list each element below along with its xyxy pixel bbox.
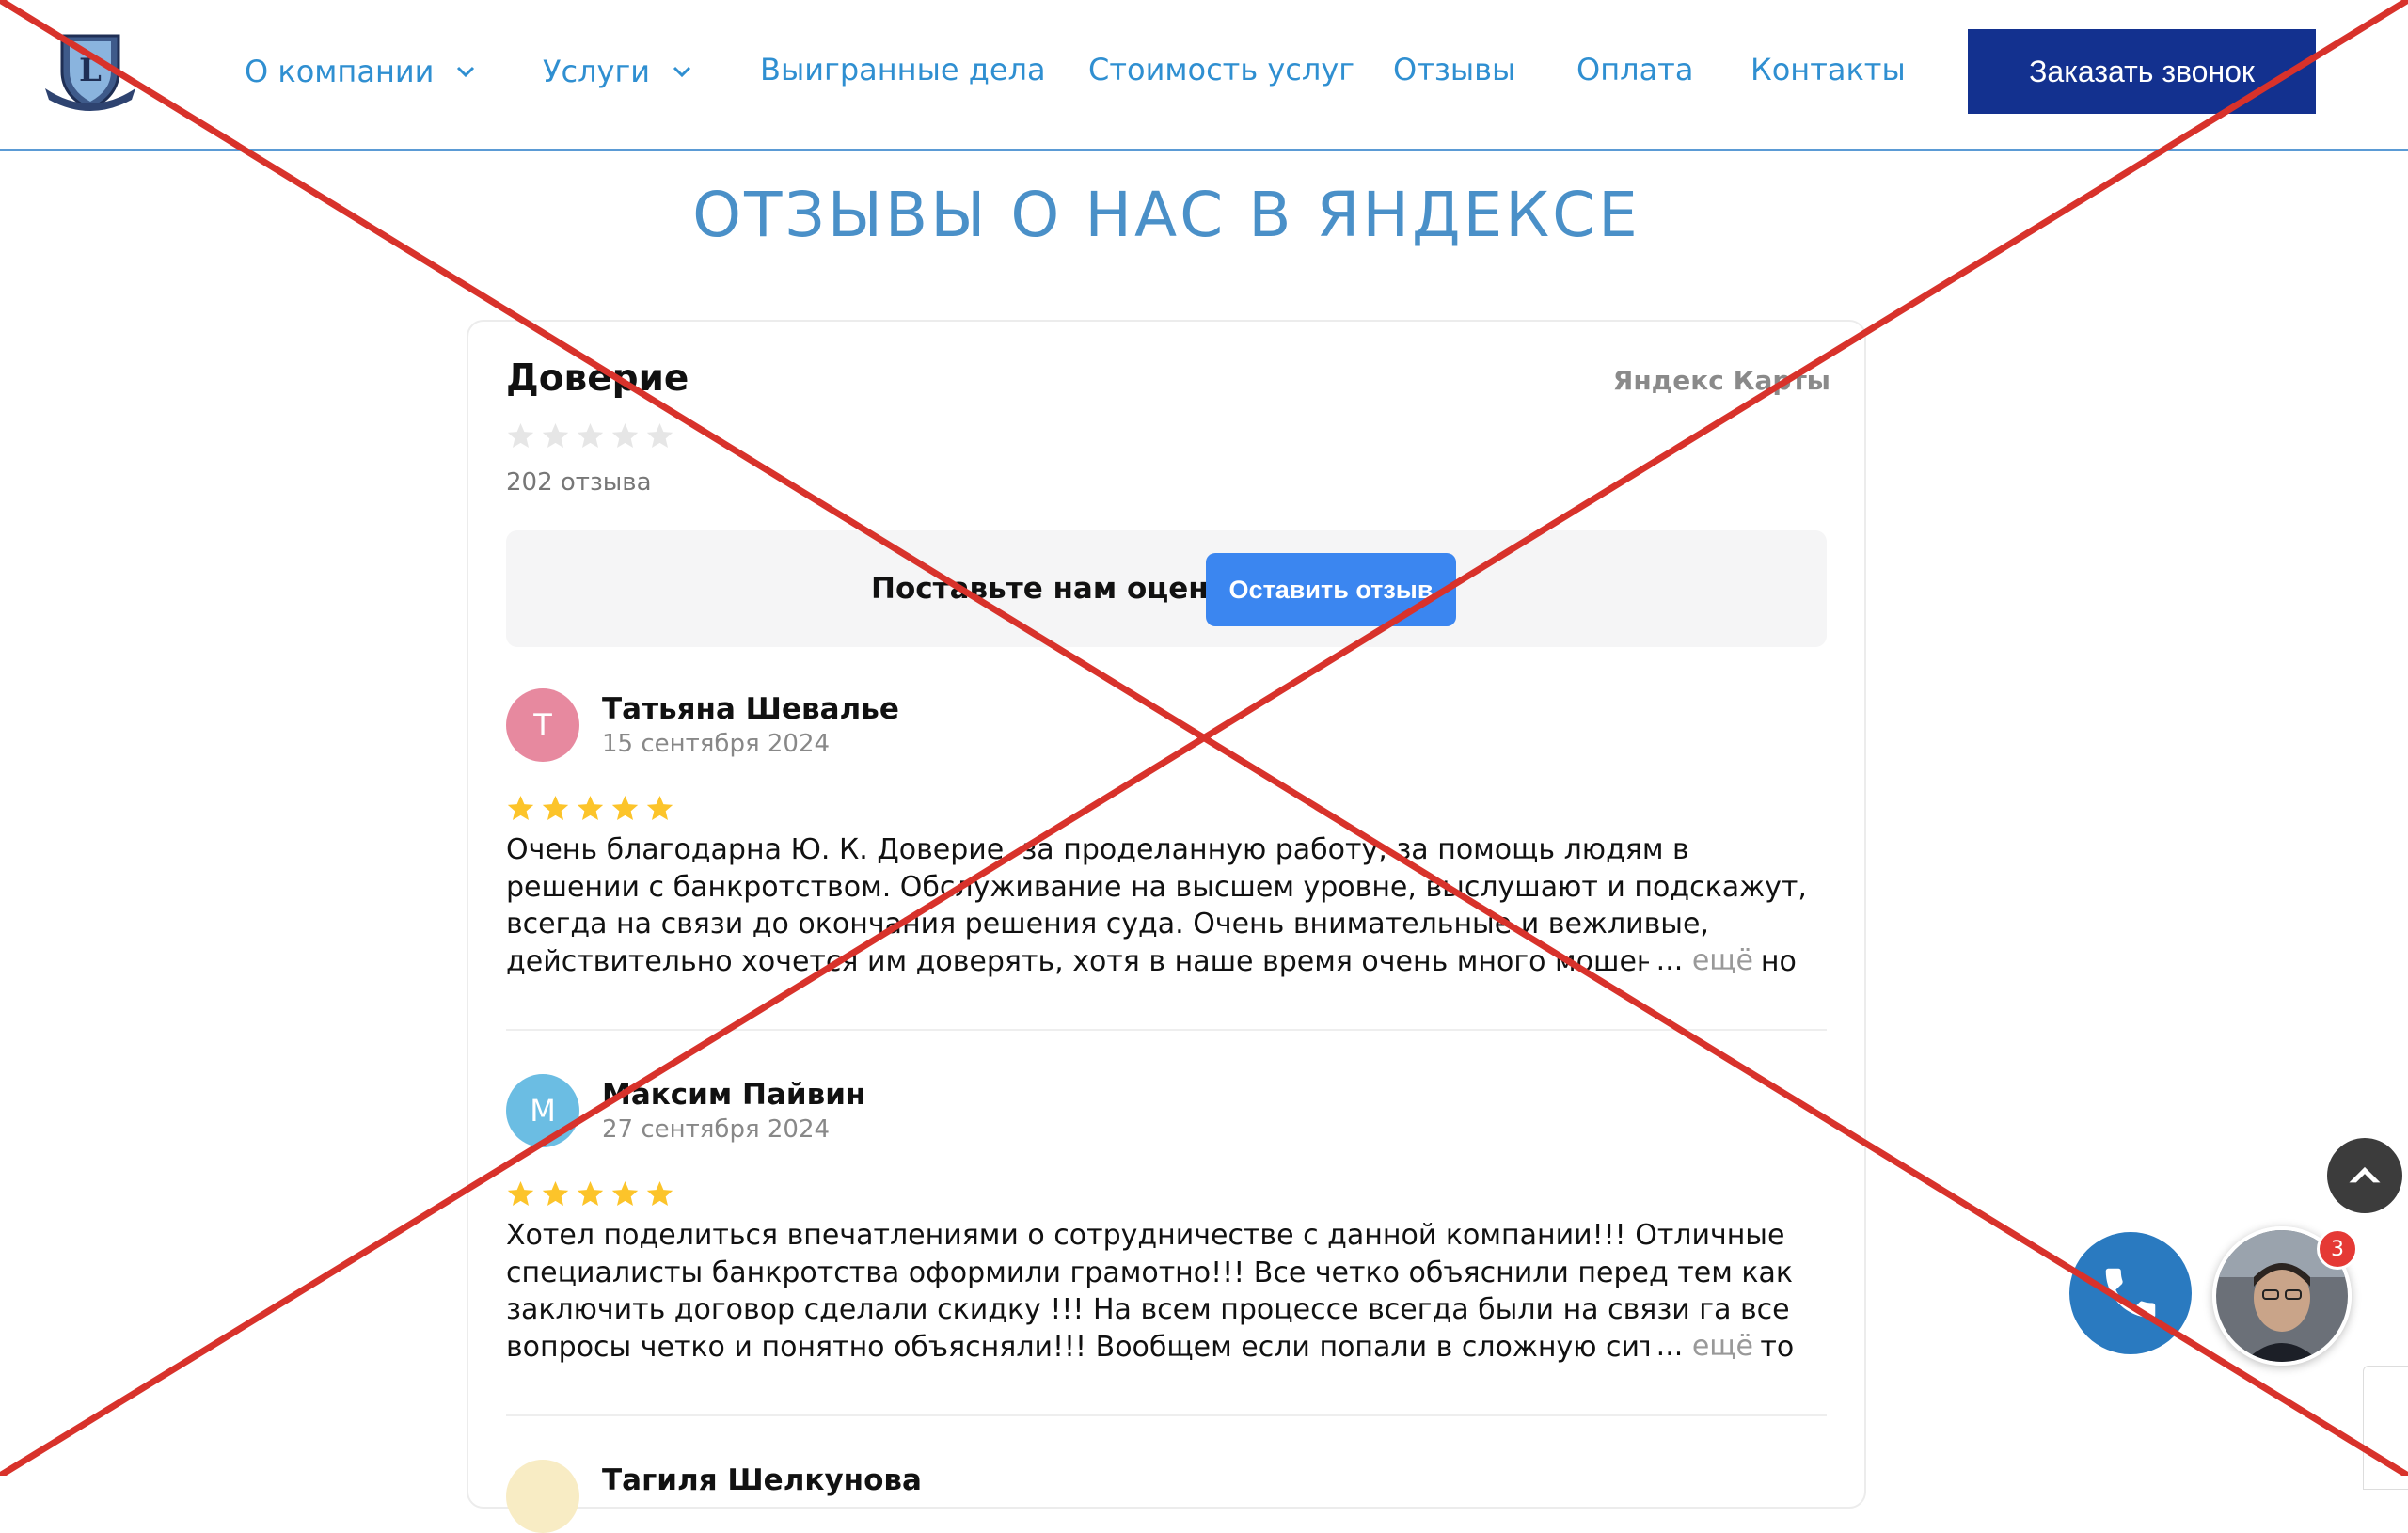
review-item: М Максим Пайвин 27 сентября 2024 Хотел п… [506,1074,1827,1375]
star-empty-icon [646,422,673,449]
review-stars [506,794,674,823]
yandex-reviews-widget: Доверие Яндекс Карты 202 отзыва Поставьт… [467,320,1866,1533]
divider [506,1414,1827,1416]
page-title: ОТЗЫВЫ О НАС В ЯНДЕКСЕ [692,179,1640,251]
rate-prompt: Поставьте нам оценку [871,572,1247,606]
nav-item-reviews[interactable]: Отзывы [1393,51,1515,88]
svg-text:L: L [79,52,102,89]
ellipsis: ... [1656,1330,1684,1363]
chevron-down-icon [673,66,691,78]
rate-panel: Поставьте нам оценку Оставить отзыв [506,530,1827,647]
nav-label: Стоимость услуг [1088,52,1355,87]
chevron-up-icon [2349,1166,2381,1183]
scroll-to-top-button[interactable] [2327,1138,2402,1213]
avatar-initial: М [530,1093,556,1129]
star-filled-icon [646,1180,673,1207]
nav-label: Контакты [1751,52,1906,87]
more-label: ещё [1691,944,1753,977]
chevron-down-icon [457,66,475,78]
nav-item-payment[interactable]: Оплата [1576,51,1693,88]
review-author[interactable]: Максим Пайвин [602,1078,865,1112]
star-empty-icon [577,422,604,449]
review-date: 27 сентября 2024 [602,1115,831,1144]
review-author[interactable]: Тагиля Шелкунова [602,1463,922,1497]
nav-item-contacts[interactable]: Контакты [1751,51,1906,88]
review-stars [506,1179,674,1209]
star-empty-icon [611,422,639,449]
nav-label: Выигранные дела [760,52,1046,87]
review-item: Тагиля Шелкунова [506,1460,1827,1533]
nav-item-prices[interactable]: Стоимость услуг [1088,51,1354,88]
review-text: Хотел поделиться впечатлениями о сотрудн… [506,1219,1795,1364]
read-more-link[interactable]: ... ещё [1648,1328,1753,1366]
site-header: L О компании Услуги Выигранные дела Стои… [0,0,2408,151]
star-filled-icon [542,1180,569,1207]
company-logo[interactable]: L [41,28,139,115]
star-empty-icon [507,422,534,449]
call-button[interactable] [2069,1232,2192,1354]
review-count: 202 отзыва [506,468,652,497]
star-filled-icon [577,1180,604,1207]
star-empty-icon [542,422,569,449]
star-filled-icon [577,795,604,821]
avatar-initial: Т [533,707,552,743]
avatar [506,1460,579,1533]
star-filled-icon [507,1180,534,1207]
review-text: Очень благодарна Ю. К. Доверие, за проде… [506,833,1807,978]
phone-icon [2105,1268,2156,1319]
corner-widget[interactable] [2363,1366,2408,1490]
star-filled-icon [611,795,639,821]
star-filled-icon [646,795,673,821]
order-call-button[interactable]: Заказать звонок [1968,29,2316,114]
more-label: ещё [1691,1330,1753,1363]
avatar: Т [506,688,579,762]
nav-item-won-cases[interactable]: Выигранные дела [760,51,1046,88]
nav-label: Отзывы [1393,52,1516,87]
nav-item-services[interactable]: Услуги [543,53,693,90]
star-filled-icon [507,795,534,821]
review-date: 15 сентября 2024 [602,730,831,758]
org-name: Доверие [506,357,689,400]
yandex-maps-link[interactable]: Яндекс Карты [1613,365,1830,396]
avatar: М [506,1074,579,1147]
star-filled-icon [542,795,569,821]
leave-review-button[interactable]: Оставить отзыв [1206,553,1456,626]
review-item: Т Татьяна Шевалье 15 сентября 2024 Очень… [506,688,1827,989]
star-filled-icon [611,1180,639,1207]
ellipsis: ... [1656,944,1684,977]
nav-label: Услуги [543,54,651,89]
nav-label: Оплата [1576,52,1694,87]
nav-label: О компании [245,54,435,89]
org-rating-stars [506,421,674,450]
review-author[interactable]: Татьяна Шевалье [602,692,899,726]
divider [506,1029,1827,1031]
read-more-link[interactable]: ... ещё [1648,942,1753,980]
nav-item-about[interactable]: О компании [245,53,477,90]
chat-notification-badge: 3 [2317,1228,2358,1270]
